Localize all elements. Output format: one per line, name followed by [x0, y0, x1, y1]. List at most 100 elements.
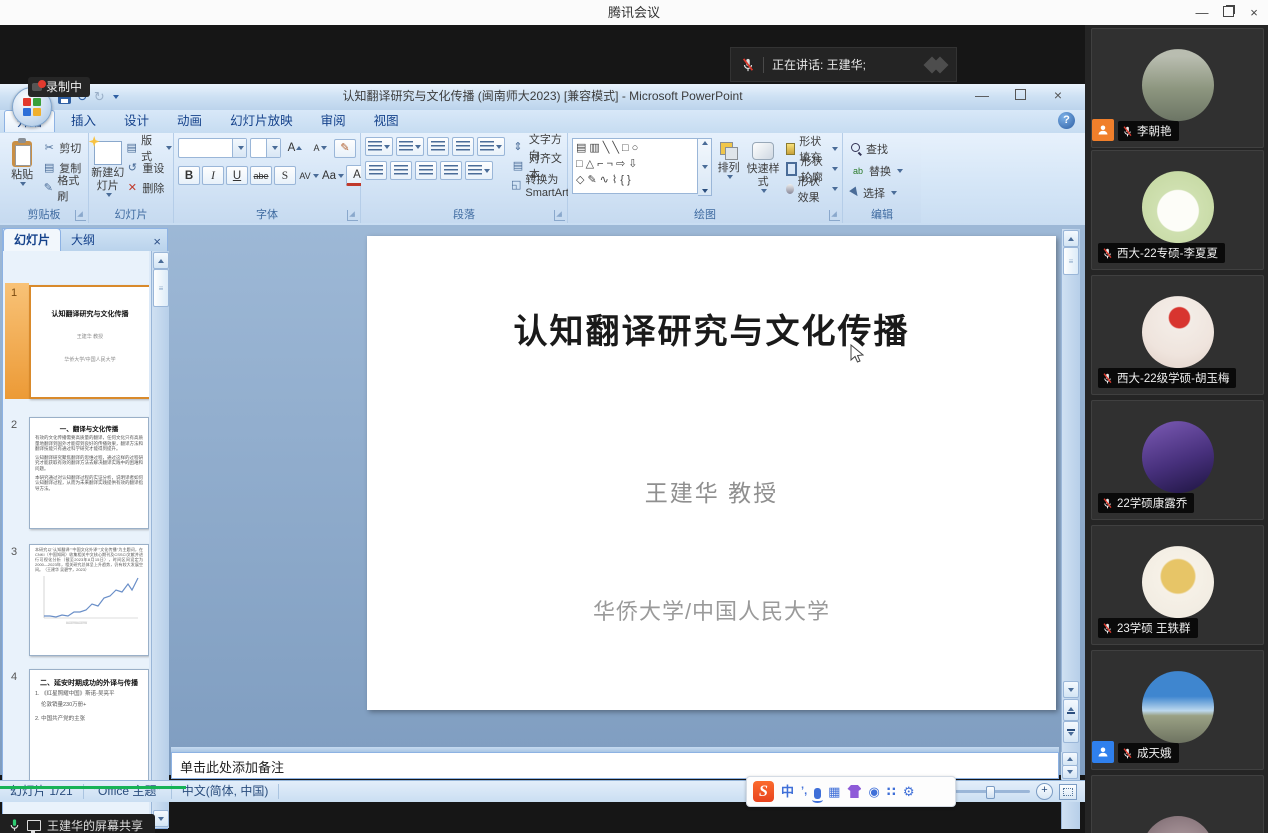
scroll-up-button[interactable]: [1063, 230, 1079, 247]
panel-scrollbar[interactable]: ≡: [151, 251, 169, 828]
underline-button[interactable]: U: [226, 166, 248, 185]
find-button[interactable]: 查找: [851, 140, 921, 157]
ime-keyboard-button[interactable]: ▦: [828, 778, 840, 805]
format-painter-button[interactable]: ✎格式刷: [42, 179, 86, 197]
shape-outline-icon: [786, 162, 797, 176]
clipboard-dialog-launcher[interactable]: [75, 210, 86, 221]
shape-effects-button[interactable]: 形状效果: [786, 180, 838, 197]
shape-gallery-scroll[interactable]: [698, 138, 712, 196]
bold-button[interactable]: B: [178, 166, 200, 185]
clear-formatting-button[interactable]: ✎: [334, 139, 356, 158]
participant-tile[interactable]: [1091, 775, 1264, 833]
quick-styles-button[interactable]: 快速样式: [745, 138, 781, 193]
help-button[interactable]: ?: [1058, 112, 1075, 129]
character-spacing-button[interactable]: AV: [298, 166, 320, 185]
paragraph-dialog-launcher[interactable]: [554, 210, 565, 221]
ime-grid-button[interactable]: ∷: [887, 778, 896, 805]
change-case-button[interactable]: Aa: [322, 166, 344, 185]
tab-design[interactable]: 设计: [112, 110, 161, 132]
panel-scroll-down[interactable]: [153, 810, 169, 827]
font-size-combobox[interactable]: [250, 138, 281, 158]
align-left-button[interactable]: [365, 161, 387, 180]
strikethrough-button[interactable]: abe: [250, 166, 272, 185]
os-minimize-button[interactable]: —: [1188, 0, 1216, 25]
next-slide-button[interactable]: [1063, 721, 1079, 743]
decrease-indent-button[interactable]: [427, 137, 449, 156]
numbering-button[interactable]: [396, 137, 424, 156]
thumbnail-slide-3[interactable]: 本研究以"认知翻译""中国文化外译""文化传播"为主题词，在CNKI（中国知网）…: [29, 544, 149, 656]
new-slide-button[interactable]: 新建幻灯片: [90, 137, 125, 197]
bullets-button[interactable]: [365, 137, 393, 156]
panel-scroll-up[interactable]: [153, 252, 169, 269]
justify-button[interactable]: [440, 161, 462, 180]
tab-review[interactable]: 审阅: [309, 110, 358, 132]
participant-tile[interactable]: 22学硕康露乔: [1091, 400, 1264, 520]
notes-scroll-up[interactable]: [1062, 752, 1078, 766]
notes-scroll-down[interactable]: [1062, 765, 1078, 779]
ime-skin-button[interactable]: [847, 785, 861, 798]
panel-scroll-thumb[interactable]: ≡: [153, 269, 169, 307]
scroll-down-button[interactable]: [1063, 681, 1079, 698]
zoom-in-button[interactable]: +: [1036, 783, 1053, 800]
select-button[interactable]: 选择: [851, 184, 921, 201]
columns-button[interactable]: [465, 161, 493, 180]
thumbnail-slide-1[interactable]: 认知翻译研究与文化传播 王建华 教授 华侨大学/中国人民大学: [29, 285, 149, 397]
participant-tile[interactable]: 成天娥: [1091, 650, 1264, 770]
replace-button[interactable]: ab替换: [851, 162, 921, 179]
redo-button[interactable]: ↻: [94, 88, 105, 106]
restore-icon: [1223, 6, 1234, 17]
font-name-combobox[interactable]: [178, 138, 247, 158]
notes-pane[interactable]: 单击此处添加备注: [171, 752, 1059, 779]
thumbnail-slide-2[interactable]: 一、翻译与文化传播 有效的文化传播需要高质量的翻译，任何文化只有高质量地翻译到国…: [29, 417, 149, 529]
tab-animation[interactable]: 动画: [165, 110, 214, 132]
delete-slide-button[interactable]: ✕删除: [125, 179, 172, 197]
participant-tile[interactable]: 西大-22级学硕-胡玉梅: [1091, 275, 1264, 395]
ime-settings-button[interactable]: ⚙: [903, 778, 915, 805]
line-spacing-button[interactable]: [477, 137, 505, 156]
grow-font-button[interactable]: A: [284, 139, 306, 158]
thumbnail-slide-4[interactable]: 二、延安时期成功的外译与传播 1. 《红星照耀中国》斯诺-吴亮平 伦敦销量230…: [29, 669, 149, 781]
text-shadow-button[interactable]: S: [274, 166, 296, 185]
reset-button[interactable]: ↺重设: [125, 159, 172, 177]
layout-button[interactable]: ▤版式: [125, 139, 172, 157]
increase-indent-button[interactable]: [452, 137, 474, 156]
shape-gallery[interactable]: ▤▥╲╲□○ □△⌐¬⇨⇩ ◇✎∿⌇{}: [572, 138, 698, 194]
tab-view[interactable]: 视图: [362, 110, 411, 132]
fit-to-window-button[interactable]: [1059, 784, 1077, 800]
customize-qat-button[interactable]: [113, 95, 119, 99]
ime-punctuation-button[interactable]: ’,: [801, 778, 807, 805]
slide-canvas[interactable]: 认知翻译研究与文化传播 王建华 教授 华侨大学/中国人民大学: [367, 236, 1056, 710]
panel-close-button[interactable]: ×: [147, 234, 167, 251]
panel-tab-slides[interactable]: 幻灯片: [3, 228, 61, 251]
editor-scrollbar[interactable]: ≡: [1061, 229, 1080, 829]
ppt-maximize-button[interactable]: [1005, 84, 1035, 106]
align-center-button[interactable]: [390, 161, 412, 180]
previous-slide-button[interactable]: [1063, 699, 1079, 721]
tab-insert[interactable]: 插入: [59, 110, 108, 132]
ppt-close-button[interactable]: ×: [1043, 84, 1073, 106]
zoom-slider-thumb[interactable]: [986, 786, 995, 799]
paste-button[interactable]: 粘贴: [2, 137, 42, 197]
participant-tile[interactable]: 李朝艳: [1091, 28, 1264, 148]
zoom-slider[interactable]: [950, 790, 1030, 793]
ime-mode-chinese[interactable]: 中: [781, 778, 794, 805]
drawing-dialog-launcher[interactable]: [829, 210, 840, 221]
shrink-font-button[interactable]: A: [309, 139, 331, 158]
ppt-minimize-button[interactable]: —: [967, 84, 997, 106]
participant-tile[interactable]: 23学硕 王轶群: [1091, 525, 1264, 645]
cut-button[interactable]: ✂剪切: [42, 139, 86, 157]
panel-tab-outline[interactable]: 大纲: [61, 229, 105, 251]
os-close-button[interactable]: ×: [1240, 0, 1268, 25]
ime-toolbox-button[interactable]: ◉: [868, 778, 879, 805]
notes-scrollbar[interactable]: [1061, 752, 1079, 779]
ime-voice-button[interactable]: [814, 788, 821, 799]
arrange-button[interactable]: 排列: [717, 138, 740, 179]
participant-tile[interactable]: 西大-22专硕-李夏夏: [1091, 150, 1264, 270]
sogou-logo-icon[interactable]: S: [753, 781, 774, 802]
tab-slideshow[interactable]: 幻灯片放映: [218, 110, 305, 132]
os-restore-button[interactable]: [1214, 0, 1242, 25]
font-dialog-launcher[interactable]: [347, 210, 358, 221]
italic-button[interactable]: I: [202, 166, 224, 185]
align-right-button[interactable]: [415, 161, 437, 180]
scroll-thumb[interactable]: ≡: [1063, 247, 1079, 275]
